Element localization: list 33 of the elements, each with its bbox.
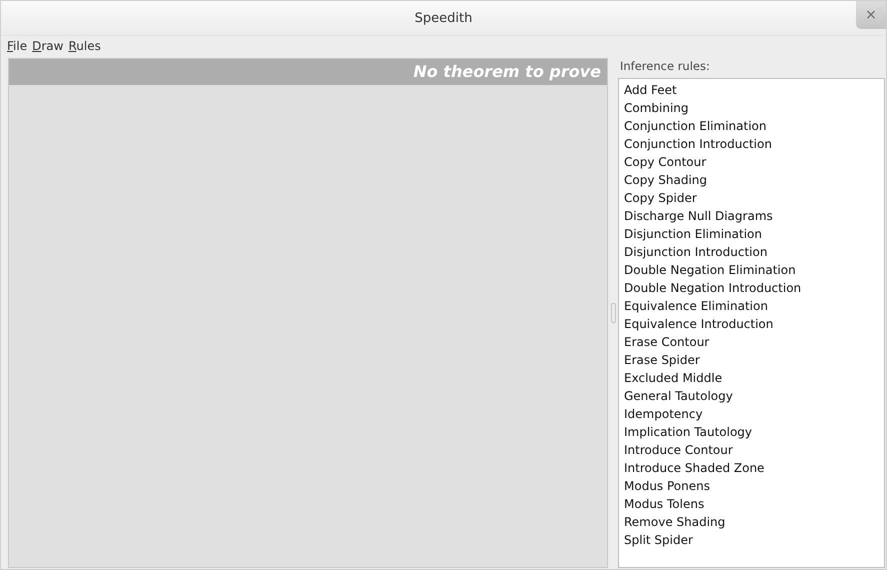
close-button[interactable]: × [856,1,886,29]
menu-item[interactable]: File [7,39,28,53]
list-item[interactable]: Modus Tolens [619,495,884,513]
list-item[interactable]: Erase Contour [619,333,884,351]
list-item[interactable]: Disjunction Elimination [619,225,884,243]
proof-header: No theorem to prove [9,59,607,85]
list-item[interactable]: Idempotency [619,405,884,423]
list-item[interactable]: General Tautology [619,387,884,405]
list-item[interactable]: Excluded Middle [619,369,884,387]
list-item[interactable]: Introduce Contour [619,441,884,459]
list-item[interactable]: Remove Shading [619,513,884,531]
list-item[interactable]: Double Negation Elimination [619,261,884,279]
window-title: Speedith [414,10,472,26]
list-label: Inference rules: [619,58,711,75]
list-item[interactable]: Implication Tautology [619,423,884,441]
list-item[interactable]: Discharge Null Diagrams [619,207,884,225]
list-item[interactable]: Copy Spider [619,189,884,207]
list-item[interactable]: Copy Shading [619,171,884,189]
list-item[interactable]: Copy Contour [619,153,884,171]
list-item[interactable]: Equivalence Elimination [619,297,884,315]
list-item[interactable]: Conjunction Elimination [619,117,884,135]
list-item[interactable]: Disjunction Introduction [619,243,884,261]
list-item[interactable]: Double Negation Introduction [619,279,884,297]
list-item[interactable]: Modus Ponens [619,477,884,495]
list-item[interactable]: Combining [619,99,884,117]
list-item[interactable]: Add Feet [619,81,884,99]
list-item[interactable]: Conjunction Introduction [619,135,884,153]
list-item[interactable]: Equivalence Introduction [619,315,884,333]
list-item[interactable]: Split Spider [619,531,884,549]
list-item[interactable]: Introduce Shaded Zone [619,459,884,477]
menu-item[interactable]: Rules [68,39,101,53]
list-item[interactable]: Erase Spider [619,351,884,369]
menu-item[interactable]: Draw [32,39,64,53]
